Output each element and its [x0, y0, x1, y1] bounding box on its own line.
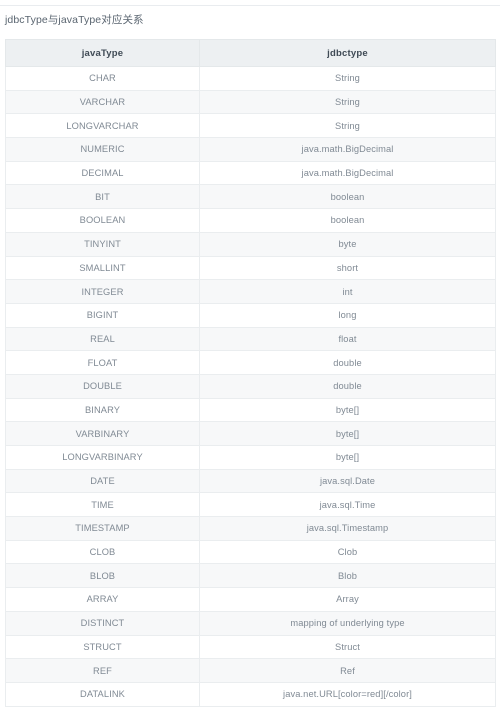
cell-javatype: SMALLINT — [5, 255, 200, 281]
table-row: CHAR String — [5, 66, 496, 91]
cell-javatype: TIMESTAMP — [5, 516, 200, 541]
cell-javatype: BLOB — [5, 563, 200, 589]
table-row: BINARY byte[] — [5, 397, 496, 423]
cell-jdbctype: byte[] — [199, 397, 496, 423]
table-row: ARRAY Array — [5, 587, 496, 612]
table-row: SMALLINT short — [5, 255, 496, 281]
cell-javatype: BIGINT — [5, 302, 200, 328]
cell-jdbctype: String — [199, 113, 496, 139]
table-body: CHAR String VARCHAR String LONGVARCHAR String… — [5, 66, 496, 707]
table-row: VARBINARY byte[] — [5, 421, 496, 446]
table-row: BLOB Blob — [5, 563, 496, 589]
cell-jdbctype: Array — [199, 587, 496, 612]
table-row: DATE java.sql.Date — [5, 468, 496, 494]
cell-javatype: VARCHAR — [5, 89, 200, 115]
cell-jdbctype: long — [199, 302, 496, 328]
table-header: javaType jdbctype — [5, 39, 496, 67]
cell-javatype: NUMERIC — [5, 137, 200, 162]
cell-jdbctype: double — [199, 350, 496, 375]
table-row: BIT boolean — [5, 184, 496, 210]
jdbc-java-type-mapping-table: javaType jdbctype CHAR String VARCHAR Strin… — [5, 39, 496, 707]
cell-jdbctype: float — [199, 326, 496, 352]
cell-jdbctype: boolean — [199, 184, 496, 210]
cell-javatype: FLOAT — [5, 350, 200, 375]
cell-jdbctype: String — [199, 89, 496, 115]
page-title: jdbcType与javaType对应关系 — [5, 14, 144, 26]
cell-javatype: ARRAY — [5, 587, 200, 612]
cell-javatype: BOOLEAN — [5, 208, 200, 233]
cell-jdbctype: mapping of underlying type — [199, 610, 496, 636]
table-row: DECIMAL java.math.BigDecimal — [5, 160, 496, 186]
cell-javatype: DISTINCT — [5, 610, 200, 636]
cell-jdbctype: java.sql.Time — [199, 492, 496, 518]
cell-jdbctype: java.sql.Date — [199, 468, 496, 494]
cell-jdbctype: double — [199, 373, 496, 399]
table-row: VARCHAR String — [5, 89, 496, 115]
mapping-table-container: javaType jdbctype CHAR String VARCHAR Strin… — [5, 39, 496, 707]
column-header-jdbctype: jdbctype — [199, 39, 496, 67]
table-row: INTEGER int — [5, 279, 496, 304]
cell-jdbctype: byte — [199, 231, 496, 257]
cell-jdbctype: java.math.BigDecimal — [199, 160, 496, 186]
cell-javatype: INTEGER — [5, 279, 200, 304]
table-row: DATALINK java.net.URL[color=red][/color] — [5, 681, 496, 707]
cell-jdbctype: java.sql.Timestamp — [199, 516, 496, 541]
table-header-row: javaType jdbctype — [5, 39, 496, 67]
table-row: TINYINT byte — [5, 231, 496, 257]
cell-jdbctype: Struct — [199, 634, 496, 660]
cell-jdbctype: byte[] — [199, 421, 496, 446]
cell-javatype: DATE — [5, 468, 200, 494]
top-divider — [0, 5, 500, 6]
table-row: STRUCT Struct — [5, 634, 496, 660]
cell-javatype: BINARY — [5, 397, 200, 423]
cell-jdbctype: String — [199, 66, 496, 91]
cell-javatype: LONGVARBINARY — [5, 445, 200, 470]
cell-javatype: CLOB — [5, 539, 200, 565]
table-row: REAL float — [5, 326, 496, 352]
cell-javatype: CHAR — [5, 66, 200, 91]
cell-jdbctype: short — [199, 255, 496, 281]
table-row: LONGVARCHAR String — [5, 113, 496, 139]
cell-javatype: BIT — [5, 184, 200, 210]
table-row: REF Ref — [5, 658, 496, 683]
table-row: LONGVARBINARY byte[] — [5, 445, 496, 470]
cell-javatype: DECIMAL — [5, 160, 200, 186]
cell-javatype: VARBINARY — [5, 421, 200, 446]
page-root: jdbcType与javaType对应关系 javaType jdbctype … — [0, 0, 500, 707]
cell-javatype: DOUBLE — [5, 373, 200, 399]
cell-jdbctype: Clob — [199, 539, 496, 565]
cell-javatype: LONGVARCHAR — [5, 113, 200, 139]
cell-jdbctype: java.net.URL[color=red][/color] — [199, 681, 496, 707]
cell-javatype: REF — [5, 658, 200, 683]
cell-jdbctype: byte[] — [199, 445, 496, 470]
table-row: CLOB Clob — [5, 539, 496, 565]
cell-jdbctype: Blob — [199, 563, 496, 589]
cell-jdbctype: boolean — [199, 208, 496, 233]
table-row: DISTINCT mapping of underlying type — [5, 610, 496, 636]
table-row: DOUBLE double — [5, 373, 496, 399]
cell-jdbctype: java.math.BigDecimal — [199, 137, 496, 162]
cell-javatype: REAL — [5, 326, 200, 352]
table-row: TIMESTAMP java.sql.Timestamp — [5, 516, 496, 541]
cell-jdbctype: int — [199, 279, 496, 304]
column-header-javatype: javaType — [5, 39, 200, 67]
cell-javatype: DATALINK — [5, 681, 200, 707]
cell-javatype: STRUCT — [5, 634, 200, 660]
table-row: TIME java.sql.Time — [5, 492, 496, 518]
table-row: FLOAT double — [5, 350, 496, 375]
cell-javatype: TIME — [5, 492, 200, 518]
cell-jdbctype: Ref — [199, 658, 496, 683]
table-row: NUMERIC java.math.BigDecimal — [5, 137, 496, 162]
cell-javatype: TINYINT — [5, 231, 200, 257]
table-row: BIGINT long — [5, 302, 496, 328]
table-row: BOOLEAN boolean — [5, 208, 496, 233]
